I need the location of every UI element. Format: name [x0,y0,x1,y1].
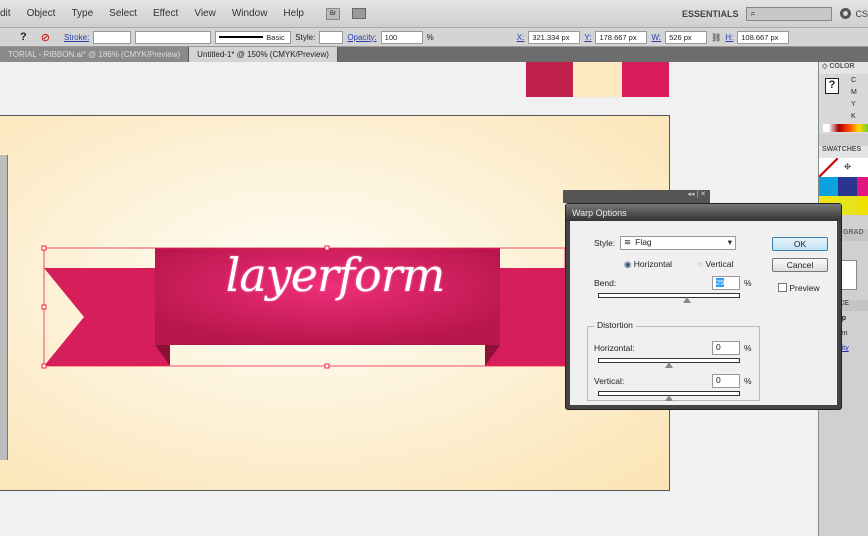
ribbon-left-tail [44,268,170,366]
tab-untitled-1[interactable]: Untitled-1* @ 150% (CMYK/Preview) [189,47,338,62]
distortion-vertical-field[interactable]: 0 [712,374,740,388]
variable-width-field[interactable] [135,30,212,44]
ribbon-text: layerform [225,248,446,302]
dialog-title[interactable]: Warp Options [566,204,841,221]
k-label: K [851,113,856,120]
menu-help[interactable]: Help [275,8,312,19]
h-label[interactable]: H: [725,33,733,42]
y-label: Y [851,101,856,108]
style-field[interactable] [319,30,344,44]
menu-view[interactable]: View [186,8,224,19]
cancel-button[interactable]: Cancel [772,258,828,272]
percent-label: % [744,376,752,386]
opacity-field[interactable]: 100 [380,30,423,44]
radio-checked-icon: ◉ [624,259,632,269]
vertical-radio[interactable]: ○ Vertical [698,259,733,269]
m-label: M [851,89,857,96]
h-field[interactable]: 108.667 px [737,30,790,44]
bend-slider-thumb[interactable] [683,297,691,303]
color-spectrum[interactable] [823,124,868,132]
bend-value: 25 [716,278,725,287]
checkbox-icon [778,283,787,292]
bridge-icon[interactable]: Br [326,7,340,20]
y-field[interactable]: 178.667 px [595,30,648,44]
stroke-weight-field[interactable] [93,30,132,44]
radio-unchecked-icon: ○ [698,259,704,269]
w-label[interactable]: W: [651,33,661,42]
fill-swatch[interactable]: ? [20,31,27,43]
menu-bar: dit Object Type Select Effect View Windo… [0,0,868,28]
menu-effect[interactable]: Effect [145,8,186,19]
flag-icon: ≋ [624,237,632,247]
color-swatch-1 [526,62,573,97]
preview-checkbox[interactable]: Preview [778,283,820,293]
menu-type[interactable]: Type [63,8,101,19]
x-field[interactable]: 321.334 px [528,30,581,44]
cs-live-label[interactable]: CS [855,9,868,19]
menu-edit[interactable]: dit [0,8,19,19]
horizontal-radio[interactable]: ◉ Horizontal [624,259,672,270]
distortion-label: Distortion [594,320,636,330]
distortion-group [587,326,760,401]
horizontal-label: Horizontal [633,259,673,269]
preview-label: Preview [789,283,820,293]
x-label[interactable]: X: [517,33,525,42]
distortion-horizontal-label: Horizontal: [594,343,635,353]
percent-label: % [426,32,434,42]
stroke-swatch[interactable]: ⊘ [41,31,50,44]
color-swatch-3 [622,62,669,97]
cs-live-icon[interactable] [840,8,852,19]
chevron-down-icon: ▾ [727,237,732,247]
stroke-label[interactable]: Stroke: [64,33,89,42]
swatches-panel-tab[interactable]: SWATCHES [819,146,868,158]
style-label: Style: [594,238,616,248]
vertical-label: Vertical [705,259,734,269]
bend-slider[interactable] [598,293,740,298]
brush-field[interactable]: Basic [215,30,292,44]
menu-object[interactable]: Object [19,8,64,19]
ok-button[interactable]: OK [772,237,828,251]
menu-window[interactable]: Window [224,8,276,19]
distortion-horizontal-field[interactable]: 0 [712,341,740,355]
document-tabs: TORIAL - RIBBON.ai* @ 186% (CMYK/Preview… [0,47,868,62]
brush-label: Basic [266,32,285,42]
workspace-switcher[interactable]: ESSENTIALS [682,9,739,19]
style-label: Style: [295,32,316,42]
arrange-documents-icon[interactable] [352,8,366,19]
tab-ribbon-tutorial[interactable]: TORIAL - RIBBON.ai* @ 186% (CMYK/Preview… [0,47,190,62]
search-input[interactable]: ⌕ [746,6,833,21]
tools-panel[interactable] [0,155,8,460]
constrain-link-icon[interactable]: ⛓ [711,33,721,42]
w-field[interactable]: 526 px [665,30,708,44]
style-value: Flag [635,237,652,247]
collapsed-panel-header[interactable]: ◂◂ | ✕ [563,190,710,203]
color-swatch-2 [574,62,621,97]
bend-label: Bend: [594,278,617,288]
y-label[interactable]: Y: [584,33,591,42]
opacity-label[interactable]: Opacity: [347,33,376,42]
distortion-horizontal-thumb[interactable] [665,362,673,368]
c-label: C [851,77,857,84]
menu-select[interactable]: Select [101,8,145,19]
color-panel-tab[interactable]: ◇ COLOR [819,62,868,74]
distortion-vertical-thumb[interactable] [665,395,673,401]
distortion-vertical-label: Vertical: [594,376,625,386]
warp-options-dialog: Warp Options Style: ≋ Flag ▾ ◉ Horizontal … [565,203,842,410]
bend-field[interactable]: 25 [712,276,740,290]
control-bar: ? ⊘ Stroke: Basic Style: Opacity: 100 % … [0,28,868,47]
style-dropdown[interactable]: ≋ Flag ▾ [620,236,736,250]
fill-stroke-icon[interactable]: ? [825,78,839,94]
percent-label: % [744,278,752,288]
percent-label: % [744,343,752,353]
color-tab-label: COLOR [829,63,855,70]
